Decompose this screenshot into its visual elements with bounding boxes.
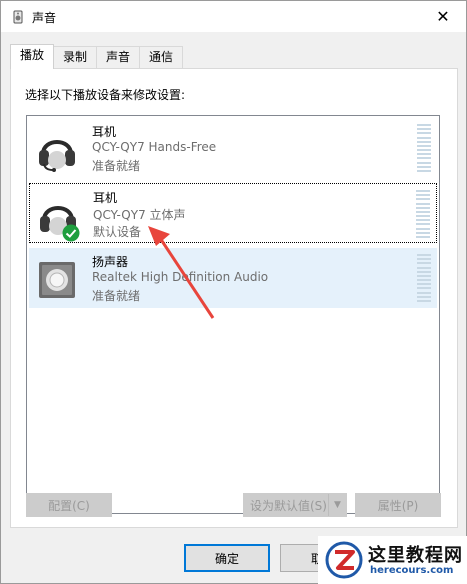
set-default-button[interactable]: 设为默认值(S) ▼	[243, 493, 347, 517]
set-default-label: 设为默认值(S)	[250, 498, 327, 513]
watermark: 这里教程网 herecours.com	[318, 536, 467, 584]
instruction-text: 选择以下播放设备来修改设置:	[25, 88, 186, 102]
ok-button[interactable]: 确定	[184, 544, 270, 572]
device-item-speakers[interactable]: 扬声器 Realtek High Definition Audio 准备就绪	[29, 248, 437, 308]
properties-button[interactable]: 属性(P)	[355, 493, 441, 517]
tab-communications[interactable]: 通信	[139, 46, 184, 68]
title-bar: 声音 ✕	[1, 1, 466, 32]
tab-recording[interactable]: 录制	[53, 46, 98, 68]
device-name: 耳机	[93, 191, 118, 205]
tab-playback[interactable]: 播放	[10, 44, 55, 69]
device-description: Realtek High Definition Audio	[92, 270, 269, 284]
volume-meter	[417, 124, 431, 172]
close-icon: ✕	[436, 7, 450, 26]
watermark-title: 这里教程网	[368, 545, 463, 566]
device-item-headset-handsfree[interactable]: 耳机 QCY-QY7 Hands-Free 准备就绪	[29, 118, 437, 178]
device-item-headphones-stereo[interactable]: 耳机 QCY-QY7 立体声 默认设备	[29, 183, 437, 243]
watermark-url: herecours.com	[370, 565, 454, 576]
window-title: 声音	[32, 11, 57, 25]
chevron-down-icon[interactable]: ▼	[328, 494, 346, 516]
device-status: 准备就绪	[92, 289, 141, 303]
sound-dialog: 声音 ✕ 播放 录制 声音 通信 选择以下播放设备来修改设置: 耳机 QCY-Q…	[0, 0, 467, 584]
speaker-icon	[39, 262, 75, 298]
volume-meter	[417, 254, 431, 302]
device-description: QCY-QY7 Hands-Free	[92, 140, 217, 154]
device-status: 默认设备	[93, 225, 142, 239]
tab-sounds[interactable]: 声音	[96, 46, 141, 68]
device-name: 耳机	[92, 125, 117, 139]
headset-icon	[39, 140, 75, 172]
volume-meter	[416, 190, 430, 238]
default-check-icon	[62, 224, 80, 242]
close-button[interactable]: ✕	[420, 1, 466, 32]
speaker-icon	[13, 10, 23, 24]
device-status: 准备就绪	[92, 159, 141, 173]
watermark-logo-icon	[325, 541, 363, 579]
device-list[interactable]: 耳机 QCY-QY7 Hands-Free 准备就绪 耳机 QCY-QY7 立体…	[26, 115, 440, 514]
tab-strip: 播放 录制 声音 通信	[10, 44, 184, 69]
playback-panel: 选择以下播放设备来修改设置: 耳机 QCY-QY7 Hands-Free 准备就…	[10, 68, 458, 528]
device-name: 扬声器	[92, 255, 129, 269]
device-description: QCY-QY7 立体声	[93, 208, 186, 222]
configure-button[interactable]: 配置(C)	[26, 493, 112, 517]
